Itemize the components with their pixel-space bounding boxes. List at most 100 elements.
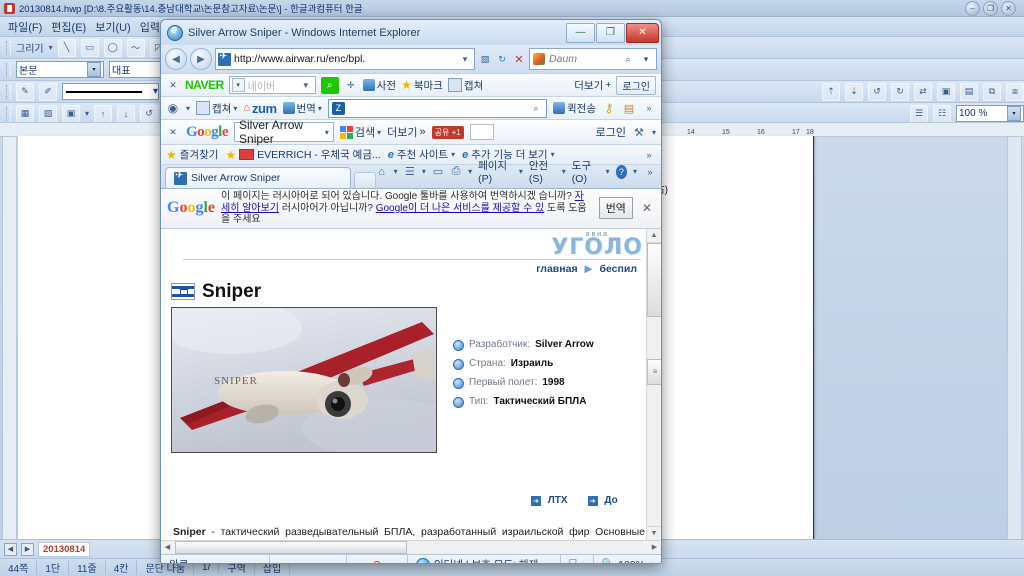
ie-maximize-button[interactable]: ❐ [596, 22, 625, 43]
vertical-ruler[interactable] [2, 136, 17, 542]
ellipse-tool-icon[interactable]: ◯ [103, 38, 122, 57]
link-ltx[interactable]: ➜ ЛТХ [531, 495, 568, 506]
page-next-button[interactable]: ▶ [21, 542, 34, 556]
google-toolbar-close-icon[interactable]: ✕ [166, 124, 180, 140]
wrench-icon[interactable]: ⚒ [632, 124, 646, 140]
forward-button[interactable]: ▶ [190, 48, 212, 70]
chevron-down-icon[interactable]: ▾ [85, 109, 89, 118]
key-icon[interactable]: ⚷ [602, 100, 616, 116]
print-icon[interactable]: ⎙ [450, 165, 462, 179]
naver-plus-icon[interactable]: ✛ [344, 77, 358, 93]
page-horizontal-scrollbar[interactable]: ◀ ▶ [161, 539, 661, 554]
naver-dictionary-button[interactable]: 사전 [362, 78, 396, 93]
menu-item-view[interactable]: 보기(U) [95, 19, 131, 35]
ie-minimize-button[interactable]: — [566, 22, 595, 43]
google-plusone-badge[interactable]: 공유 +1 [431, 125, 464, 139]
bullet-list-icon[interactable]: ☰ [910, 104, 928, 123]
sort-asc-icon[interactable]: ↑ [94, 104, 113, 123]
hwp-close-button[interactable]: ✕ [1001, 0, 1016, 16]
chevron-down-icon[interactable]: ▾ [633, 167, 637, 176]
pen-color-icon[interactable]: ✎ [16, 82, 34, 101]
chevron-down-icon[interactable]: ▾ [325, 128, 329, 137]
zum-app-icon[interactable]: ◉ [166, 100, 180, 116]
chevron-down-icon[interactable]: ▾ [562, 167, 566, 176]
chevron-down-icon[interactable]: ▾ [318, 104, 322, 113]
rotate-right-icon[interactable]: ↻ [891, 82, 909, 101]
notes-icon[interactable]: ▤ [622, 100, 636, 116]
zum-overflow-icon[interactable]: » [642, 100, 656, 116]
chevron-down-icon[interactable]: ▾ [186, 104, 190, 113]
refresh-icon[interactable]: ↻ [495, 51, 509, 67]
chevron-down-icon[interactable]: ▾ [639, 51, 653, 67]
command-overflow-icon[interactable]: » [643, 164, 657, 180]
chevron-down-icon[interactable]: ▾ [652, 128, 656, 137]
command-safety-menu[interactable]: 안전(S) [529, 158, 556, 185]
page-prev-button[interactable]: ◀ [4, 542, 17, 556]
chevron-down-icon[interactable]: ▾ [519, 167, 523, 176]
picture-insert-icon[interactable]: ▣ [62, 104, 80, 123]
hwp-maximize-button[interactable]: ❐ [983, 0, 998, 16]
status-zoom[interactable]: 🔍 100% ▾ [594, 555, 661, 564]
toolbar-grip[interactable] [6, 62, 11, 77]
zum-capture-button[interactable]: 캡쳐 ▾ [196, 101, 237, 116]
toolbar-grip[interactable] [6, 106, 11, 121]
chevron-down-icon[interactable]: ▾ [458, 51, 472, 67]
back-button[interactable]: ◀ [165, 48, 187, 70]
naver-search-scope-icon[interactable]: ▾ [231, 78, 245, 92]
chevron-down-icon[interactable]: ▾ [468, 167, 472, 176]
chevron-down-icon[interactable]: ▾ [581, 560, 585, 563]
bring-front-icon[interactable]: ⧈ [1006, 82, 1024, 101]
menu-item-input[interactable]: 입력 [140, 19, 160, 35]
scroll-right-button[interactable]: ▶ [648, 541, 661, 554]
toolbar-grip[interactable] [6, 40, 11, 55]
new-tab-button[interactable] [354, 172, 376, 188]
scroll-up-button[interactable]: ▲ [647, 229, 661, 243]
google-search-input[interactable]: Silver Arrow Sniper ▾ [234, 118, 334, 146]
zoom-combo[interactable]: 100 % ▾ [956, 105, 1024, 122]
chevron-down-icon[interactable]: ▾ [153, 86, 158, 97]
command-page-menu[interactable]: 페이지(P) [478, 158, 513, 185]
chevron-down-icon[interactable]: ▾ [49, 43, 53, 52]
chevron-down-icon[interactable]: ▾ [394, 167, 398, 176]
search-go-icon[interactable]: ⌕ [621, 51, 635, 67]
scroll-left-button[interactable]: ◀ [161, 541, 174, 554]
command-tools-menu[interactable]: 도구(O) [572, 158, 600, 185]
line-tool-icon[interactable]: ╲ [57, 38, 76, 57]
rotate-left-icon[interactable]: ↺ [868, 82, 886, 101]
search-icon[interactable]: ⌕ [529, 100, 543, 116]
search-box[interactable]: Daum ⌕ ▾ [529, 48, 657, 70]
chevron-down-icon[interactable]: ▾ [377, 128, 381, 137]
page-vertical-scrollbar[interactable]: ▲ ≡ ▼ [646, 228, 661, 540]
breadcrumb-home-link[interactable]: главная [536, 263, 577, 275]
google-services-link[interactable]: Google이 더 나은 서비스를 제공할 수 있 [376, 203, 545, 214]
naver-toolbar-close-icon[interactable]: ✕ [166, 77, 180, 93]
naver-search-input[interactable]: ▾ 네이버 ▾ [228, 76, 316, 94]
table-insert-icon[interactable]: ▦ [16, 104, 34, 123]
read-mail-icon[interactable]: ▭ [432, 165, 444, 179]
zum-quicksend-button[interactable]: 퀵전송 [553, 101, 596, 116]
chevron-down-icon[interactable]: ▾ [299, 77, 313, 93]
breadcrumb-category-link[interactable]: беспил [600, 263, 638, 275]
zum-home-button[interactable]: ⌂ zum [243, 101, 277, 116]
chevron-down-icon[interactable]: ▾ [87, 62, 101, 77]
hwp-minimize-button[interactable]: – [965, 0, 980, 16]
flip-icon[interactable]: ⇄ [914, 82, 932, 101]
naver-more-button[interactable]: 더보기 + [574, 78, 611, 93]
tab-silver-arrow-sniper[interactable]: Silver Arrow Sniper [165, 167, 351, 188]
chevron-down-icon[interactable]: ▾ [606, 167, 610, 176]
naver-search-button[interactable]: ⌕ [320, 76, 339, 94]
translate-close-icon[interactable]: ✕ [639, 201, 655, 215]
align-top-icon[interactable]: ⇡ [822, 82, 840, 101]
scrollbar-thumb-secondary[interactable]: ≡ [647, 358, 661, 385]
compatibility-icon[interactable]: ▧ [478, 51, 492, 67]
toolbar-grip[interactable] [6, 84, 11, 99]
google-search-button[interactable]: 검색 ▾ [339, 124, 381, 140]
google-more-button[interactable]: 더보기 » [387, 124, 426, 140]
menu-item-file[interactable]: 파일(F) [8, 19, 42, 35]
undo-icon[interactable]: ↺ [140, 104, 159, 123]
hwp-vertical-scrollbar[interactable] [1007, 136, 1022, 542]
naver-login-button[interactable]: 로그인 [616, 75, 657, 95]
scroll-down-button[interactable]: ▼ [647, 525, 661, 540]
number-list-icon[interactable]: ☷ [933, 104, 951, 123]
google-login-label[interactable]: 로그인 [596, 124, 626, 140]
